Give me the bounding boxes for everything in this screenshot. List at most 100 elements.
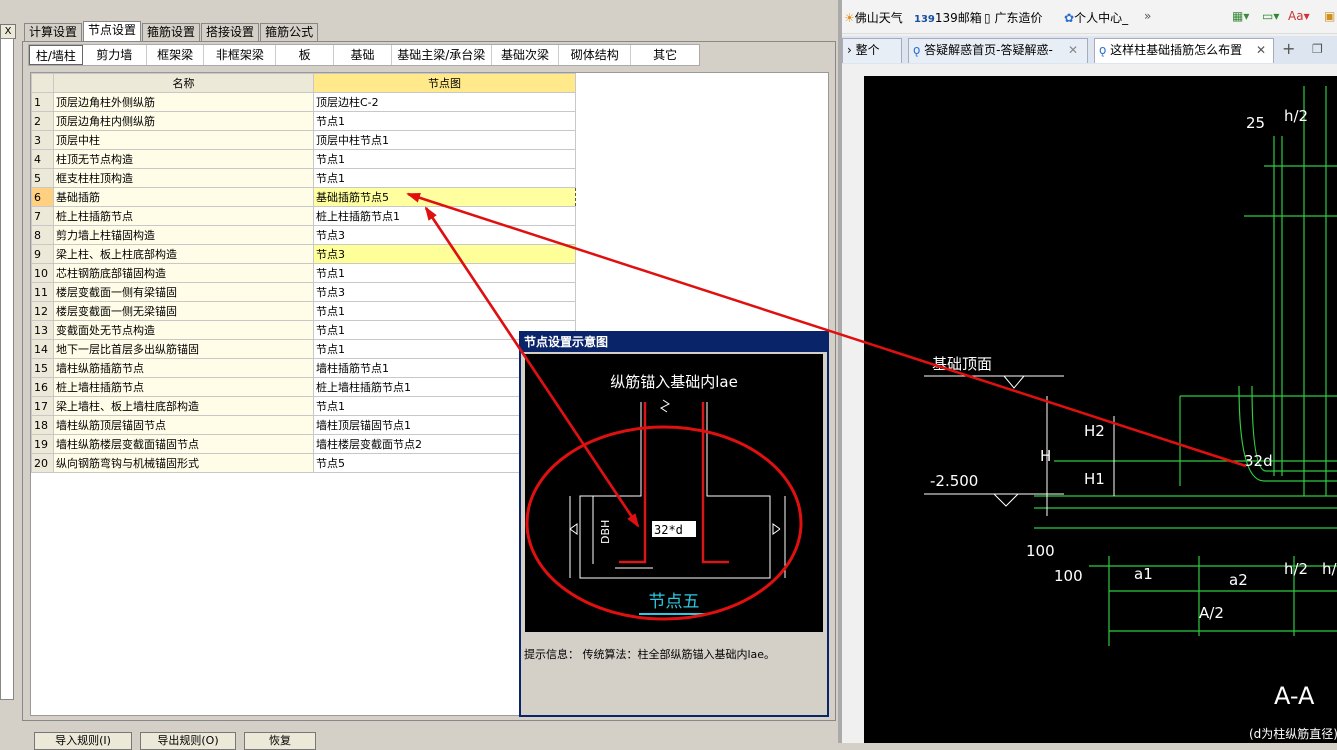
subtab-foundation-main-beam[interactable]: 基础主梁/承台梁 [392,45,492,65]
tab-stirrup-formula[interactable]: 箍筋公式 [260,23,319,41]
tab-close-icon[interactable]: ✕ [1068,43,1078,57]
cad-svg: 25 h/2 基础顶面 -2.500 H H2 H1 32d 100 100 a… [924,86,1337,741]
grade-marker [1003,375,1025,389]
table-row[interactable]: 1 顶层边角柱外侧纵筋 顶层边柱C-2 [31,92,576,112]
export-rules-button[interactable]: 导出规则(O) [140,732,236,750]
table-row[interactable]: 20 纵向钢筋弯钩与机械锚固形式 节点5 [31,453,576,473]
table-row[interactable]: 13 变截面处无节点构造 节点1 [31,320,576,340]
cad-drawing: 25 h/2 基础顶面 -2.500 H H2 H1 32d 100 100 a… [864,76,1337,743]
table-row[interactable]: 16 桩上墙柱插筋节点 桩上墙柱插筋节点1 [31,377,576,397]
extension-icon[interactable]: ▣ [1324,9,1335,23]
anchor-length-value: 32*d [654,523,683,537]
row-name: 剪力墙上柱锚固构造 [53,225,314,245]
table-row[interactable]: 14 地下一层比首层多出纵筋锚固 节点1 [31,339,576,359]
table-row[interactable]: 9 梁上柱、板上柱底部构造 节点3 [31,244,576,264]
cad-label: a1 [1134,565,1153,583]
close-icon[interactable]: X [0,24,16,39]
row-number: 3 [31,130,54,150]
import-rules-button[interactable]: 导入规则(I) [34,732,132,750]
tab-close-icon[interactable]: ✕ [1256,43,1266,57]
tab-lap-settings[interactable]: 搭接设置 [201,23,260,41]
browser-tab-3[interactable]: ǫ 这样柱基础插筋怎么布置 [1094,38,1274,63]
row-node-value[interactable]: 节点1 [313,168,576,188]
row-node-value[interactable]: 顶层边柱C-2 [313,92,576,112]
subtab-frame-beam[interactable]: 框架梁 [147,45,205,65]
browser-tab-2[interactable]: ǫ 答疑解惑首页-答疑解惑- [908,38,1088,63]
cad-line [569,523,578,535]
row-name: 地下一层比首层多出纵筋锚固 [53,339,314,359]
subtab-foundation-secondary-beam[interactable]: 基础次梁 [492,45,560,65]
diagram-caption: 纵筋锚入基础内lae [610,373,738,391]
node-diagram-canvas: 纵筋锚入基础内lae DBH 32*d 节点五 [525,354,823,632]
table-row[interactable]: 8 剪力墙上柱锚固构造 节点3 [31,225,576,245]
subtab-masonry[interactable]: 砌体结构 [559,45,632,65]
subtab-foundation[interactable]: 基础 [334,45,392,65]
cad-label: 100 [1054,567,1083,585]
row-node-value[interactable]: 节点1 [313,263,576,283]
favorite-gd-cost[interactable]: ▯ 广东造价 [984,9,1042,26]
table-row[interactable]: 5 框支柱柱顶构造 节点1 [31,168,576,188]
row-number: 11 [31,282,54,302]
subtab-slab[interactable]: 板 [276,45,335,65]
tab-calc-settings[interactable]: 计算设置 [24,23,83,41]
row-node-value[interactable]: 节点3 [313,244,576,264]
favorite-139mail[interactable]: 139139邮箱 [914,9,982,26]
row-number: 8 [31,225,54,245]
row-node-value[interactable]: 节点1 [313,301,576,321]
row-name: 桩上墙柱插筋节点 [53,377,314,397]
tab-stirrup-settings[interactable]: 箍筋设置 [142,23,201,41]
table-row[interactable]: 12 楼层变截面一侧无梁锚固 节点1 [31,301,576,321]
subtab-other[interactable]: 其它 [631,45,699,65]
row-number: 1 [31,92,54,112]
row-name: 顶层边角柱内侧纵筋 [53,111,314,131]
table-row[interactable]: 17 梁上墙柱、板上墙柱底部构造 节点1 [31,396,576,416]
table-row[interactable]: 2 顶层边角柱内侧纵筋 节点1 [31,111,576,131]
subtab-non-frame-beam[interactable]: 非框架梁 [204,45,277,65]
favorites-more-icon[interactable]: » [1144,9,1151,23]
table-row[interactable]: 19 墙柱纵筋楼层变截面锚固节点 墙柱楼层变截面节点2 [31,434,576,454]
row-number: 15 [31,358,54,378]
cad-label: H [1040,447,1051,465]
row-name: 芯柱钢筋底部锚固构造 [53,263,314,283]
answer-icon: ǫ [1099,43,1107,57]
favorite-weather[interactable]: ☀佛山天气 [844,9,903,26]
apps-icon[interactable]: ▦▾ [1232,9,1249,23]
restore-button[interactable]: 恢复 [244,732,316,750]
browser-tab-1[interactable]: › 整个 [842,38,902,63]
row-node-value[interactable]: 顶层中柱节点1 [313,130,576,150]
top-tab-bar: 计算设置 节点设置 箍筋设置 搭接设置 箍筋公式 [24,21,319,41]
row-name: 柱顶无节点构造 [53,149,314,169]
row-number: 13 [31,320,54,340]
row-node-value[interactable]: 基础插筋节点5 [313,187,576,207]
translate-icon[interactable]: Aa▾ [1288,9,1310,23]
table-row[interactable]: 6 基础插筋 基础插筋节点5 [31,187,576,207]
subtab-column[interactable]: 柱/墙柱 [29,45,83,65]
dialog-tip: 提示信息： 传统算法：柱全部纵筋锚入基础内lae。 [524,648,776,661]
row-name: 桩上柱插筋节点 [53,206,314,226]
left-tree-strip [0,38,14,700]
table-row[interactable]: 7 桩上柱插筋节点 桩上柱插筋节点1 [31,206,576,226]
new-tab-button[interactable]: + [1282,39,1295,58]
table-row[interactable]: 15 墙柱纵筋插筋节点 墙柱插筋节点1 [31,358,576,378]
subtab-shear-wall[interactable]: 剪力墙 [83,45,147,65]
break-symbol [660,399,670,413]
row-number: 2 [31,111,54,131]
row-node-value[interactable]: 节点3 [313,282,576,302]
node-name: 节点五 [649,592,700,612]
tab-node-settings[interactable]: 节点设置 [83,21,142,41]
table-row[interactable]: 3 顶层中柱 顶层中柱节点1 [31,130,576,150]
table-row[interactable]: 4 柱顶无节点构造 节点1 [31,149,576,169]
row-node-value[interactable]: 桩上柱插筋节点1 [313,206,576,226]
favorite-personal-center[interactable]: ✿个人中心_ [1064,9,1128,26]
row-number: 18 [31,415,54,435]
reader-icon[interactable]: ▭▾ [1262,9,1279,23]
page-icon: ▯ [984,11,991,25]
table-row[interactable]: 18 墙柱纵筋顶层锚固节点 墙柱顶层锚固节点1 [31,415,576,435]
cad-label-foundation-top: 基础顶面 [932,355,992,373]
tab-list-icon[interactable]: ❐ [1312,42,1323,56]
row-node-value[interactable]: 节点1 [313,149,576,169]
table-row[interactable]: 11 楼层变截面一侧有梁锚固 节点3 [31,282,576,302]
row-node-value[interactable]: 节点1 [313,111,576,131]
table-row[interactable]: 10 芯柱钢筋底部锚固构造 节点1 [31,263,576,283]
row-node-value[interactable]: 节点3 [313,225,576,245]
